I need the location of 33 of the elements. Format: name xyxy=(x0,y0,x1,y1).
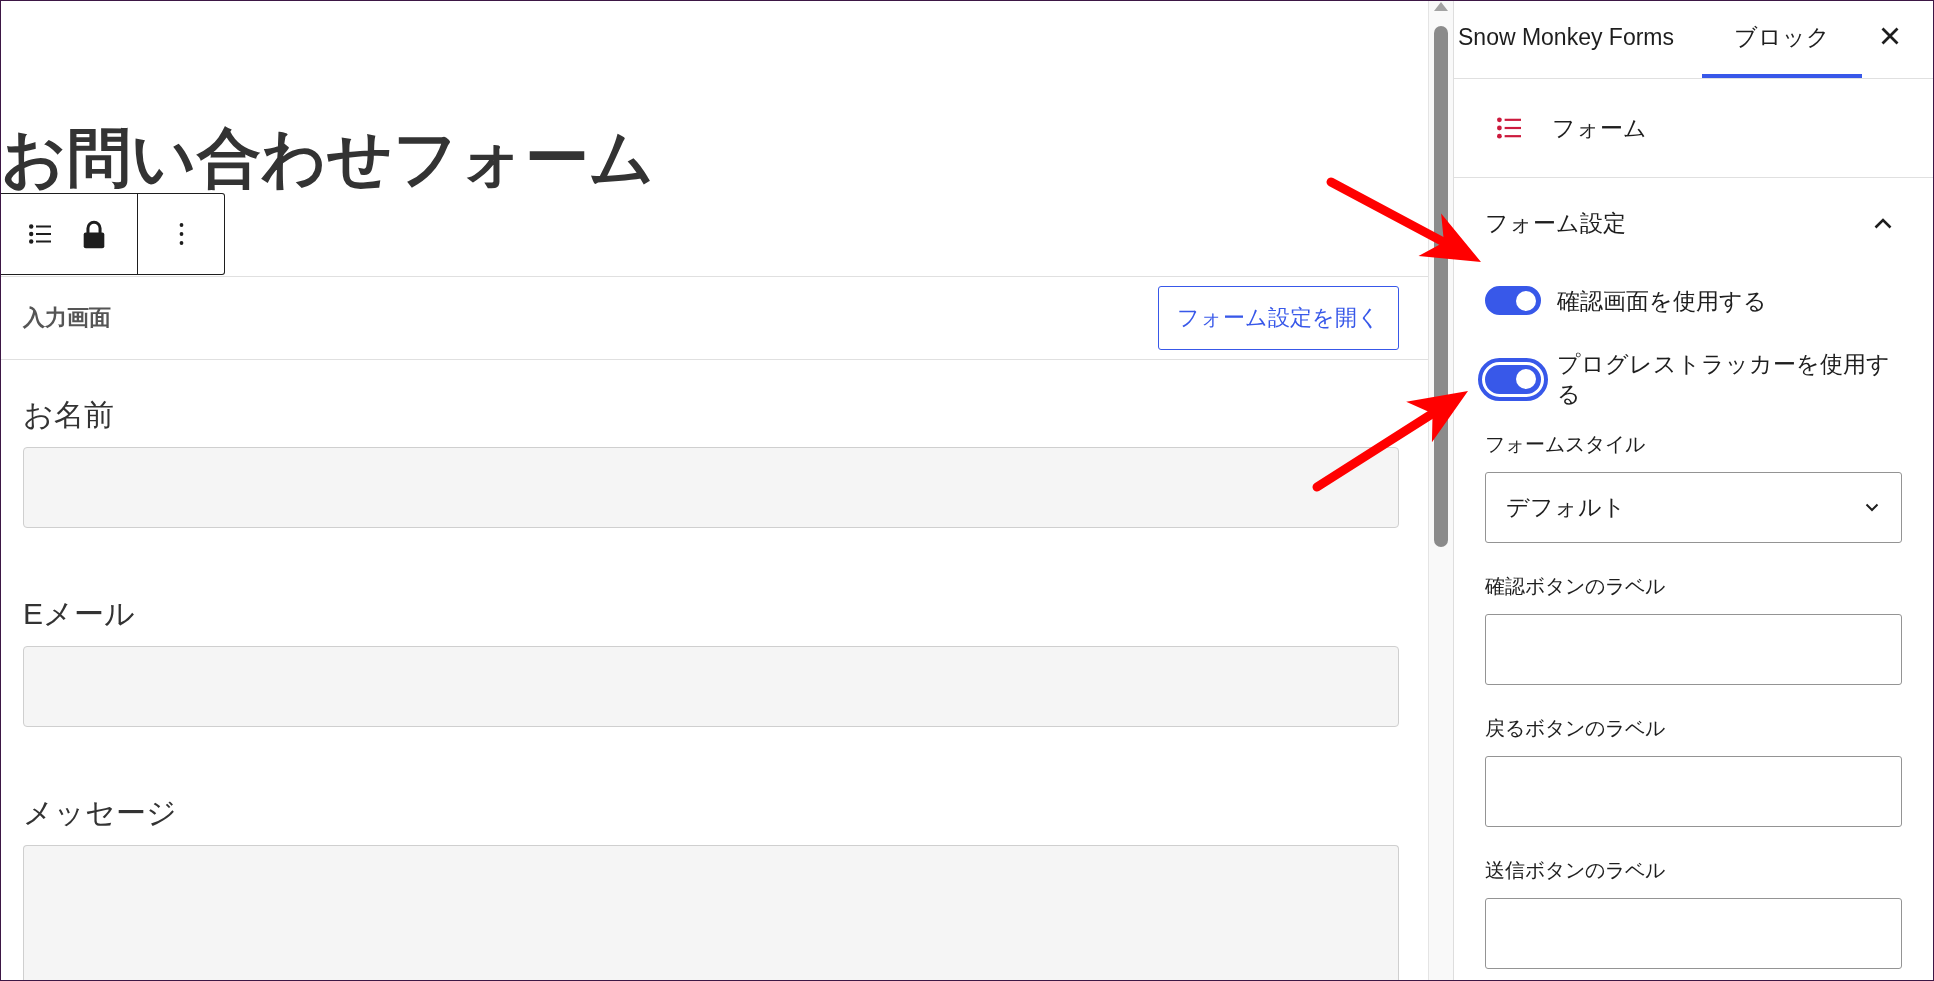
field-label: 確認ボタンのラベル xyxy=(1485,574,1665,599)
input-field[interactable] xyxy=(23,447,1399,528)
textarea-field[interactable] xyxy=(23,845,1399,980)
toggle-label: 確認画面を使用する xyxy=(1557,286,1767,316)
lock-icon xyxy=(83,219,105,249)
sidebar-tab[interactable]: Snow Monkey Forms xyxy=(1454,1,1702,78)
toggle-switch[interactable] xyxy=(1485,364,1541,394)
input-field[interactable] xyxy=(1485,614,1902,685)
chevron-icon xyxy=(1874,217,1892,229)
chevron-down-icon xyxy=(1865,503,1879,512)
list-icon xyxy=(29,224,51,244)
field-label: メッセージ xyxy=(23,795,177,831)
scroll-up-icon[interactable] xyxy=(1434,2,1448,11)
field-label: フォームスタイル xyxy=(1485,432,1645,457)
input-field[interactable] xyxy=(1485,898,1902,969)
toggle-label: プログレストラッカーを使用する xyxy=(1557,350,1891,409)
close-icon xyxy=(1881,27,1899,45)
input-field[interactable] xyxy=(23,646,1399,727)
field-label: 送信ボタンのラベル xyxy=(1485,858,1665,883)
field-label: 戻るボタンのラベル xyxy=(1485,716,1665,741)
block-title: フォーム xyxy=(1552,113,1647,143)
style-select[interactable]: デフォルト xyxy=(1485,472,1902,543)
open-settings-button[interactable]: フォーム設定を開く xyxy=(1158,286,1399,350)
field-label: お名前 xyxy=(23,397,114,433)
screen-label: 入力画面 xyxy=(23,304,111,332)
field-label: Eメール xyxy=(23,596,135,632)
block-icon xyxy=(1497,117,1521,139)
toggle-switch[interactable] xyxy=(1485,286,1541,315)
input-field[interactable] xyxy=(1485,756,1902,827)
sidebar-tab[interactable]: ブロック xyxy=(1702,1,1862,78)
more-vertical-icon xyxy=(178,223,184,245)
page-title: お問い合わせフォーム xyxy=(1,125,655,191)
panel-header[interactable]: フォーム設定 xyxy=(1485,178,1902,268)
